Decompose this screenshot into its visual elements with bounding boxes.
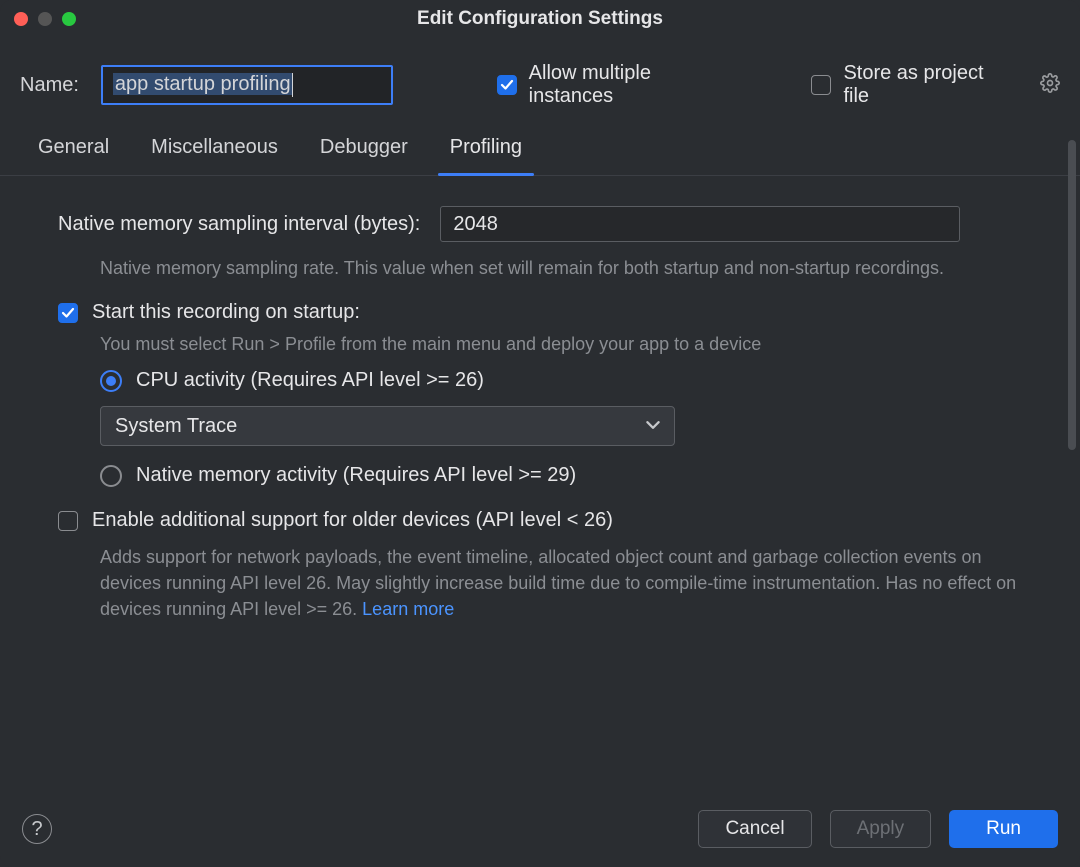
enable-additional-checkbox[interactable] [58, 511, 78, 531]
trace-type-select[interactable]: System Trace [100, 406, 675, 446]
tab-profiling[interactable]: Profiling [450, 136, 522, 175]
radio-cpu-activity[interactable] [100, 370, 122, 392]
enable-additional-hint-text: Adds support for network payloads, the e… [100, 547, 1016, 619]
mem-interval-hint: Native memory sampling rate. This value … [100, 258, 1042, 279]
scrollbar[interactable] [1068, 140, 1076, 450]
dialog-window: Edit Configuration Settings Name: app st… [0, 0, 1080, 867]
caret-icon [292, 73, 294, 97]
mem-interval-input[interactable] [440, 206, 960, 242]
name-input[interactable]: app startup profiling [101, 65, 393, 105]
name-input-value: app startup profiling [113, 73, 293, 95]
tab-debugger[interactable]: Debugger [320, 136, 408, 175]
learn-more-link[interactable]: Learn more [362, 599, 454, 619]
radio-cpu-activity-label: CPU activity (Requires API level >= 26) [136, 369, 484, 392]
enable-additional-hint: Adds support for network payloads, the e… [100, 544, 1020, 622]
tab-bar: General Miscellaneous Debugger Profiling [0, 118, 1080, 176]
store-project-file-group[interactable]: Store as project file [811, 62, 1010, 108]
help-icon[interactable]: ? [22, 814, 52, 844]
checkmark-icon [61, 306, 75, 320]
enable-additional-label: Enable additional support for older devi… [92, 509, 613, 532]
allow-multiple-checkbox[interactable] [497, 75, 517, 95]
trace-type-value: System Trace [115, 415, 237, 438]
name-row: Name: app startup profiling Allow multip… [0, 38, 1080, 118]
start-on-startup-checkbox[interactable] [58, 303, 78, 323]
dialog-footer: ? Cancel Apply Run [0, 791, 1080, 867]
mem-interval-row: Native memory sampling interval (bytes): [58, 206, 1042, 242]
mem-interval-label: Native memory sampling interval (bytes): [58, 213, 420, 236]
profiling-panel: Native memory sampling interval (bytes):… [0, 176, 1080, 632]
apply-button[interactable]: Apply [830, 810, 932, 848]
radio-native-mem-row[interactable]: Native memory activity (Requires API lev… [100, 464, 1042, 487]
allow-multiple-label: Allow multiple instances [529, 62, 736, 108]
store-project-file-label: Store as project file [843, 62, 1010, 108]
tab-miscellaneous[interactable]: Miscellaneous [151, 136, 278, 175]
run-button[interactable]: Run [949, 810, 1058, 848]
chevron-down-icon [646, 415, 660, 438]
fullscreen-window-icon[interactable] [62, 12, 76, 26]
checkmark-icon [500, 78, 514, 92]
minimize-window-icon[interactable] [38, 12, 52, 26]
cancel-button[interactable]: Cancel [698, 810, 811, 848]
dialog-title: Edit Configuration Settings [417, 8, 663, 30]
start-on-startup-label: Start this recording on startup: [92, 301, 360, 324]
window-traffic-lights [14, 12, 76, 26]
gear-icon[interactable] [1040, 73, 1060, 98]
tab-general[interactable]: General [38, 136, 109, 175]
radio-native-memory-label: Native memory activity (Requires API lev… [136, 464, 576, 487]
start-on-startup-hint: You must select Run > Profile from the m… [100, 334, 1042, 355]
radio-cpu-activity-row[interactable]: CPU activity (Requires API level >= 26) [100, 369, 1042, 392]
close-window-icon[interactable] [14, 12, 28, 26]
name-label: Name: [20, 74, 79, 97]
titlebar: Edit Configuration Settings [0, 0, 1080, 38]
store-project-file-checkbox[interactable] [811, 75, 831, 95]
allow-multiple-checkbox-group[interactable]: Allow multiple instances [497, 62, 736, 108]
radio-native-memory[interactable] [100, 465, 122, 487]
